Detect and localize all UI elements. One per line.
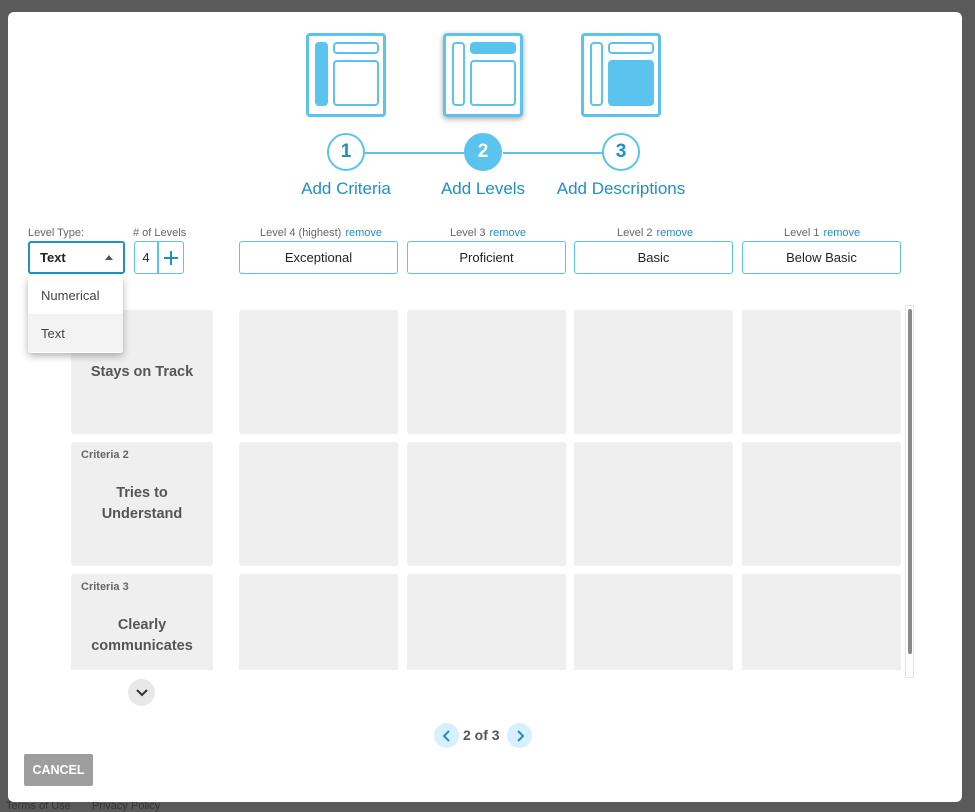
criteria-name: Tries to Understand <box>101 485 183 522</box>
remove-level-1-link[interactable]: remove <box>823 227 860 239</box>
level-2-name-input[interactable]: Basic <box>574 241 733 274</box>
num-levels-label: # of Levels <box>133 227 187 239</box>
grid-cell[interactable] <box>239 574 398 670</box>
menu-item-numerical[interactable]: Numerical <box>28 276 123 314</box>
chevron-down-icon <box>135 688 148 696</box>
grid-cell[interactable] <box>407 442 566 566</box>
criteria-card-2[interactable]: Criteria 2 Tries to Understand <box>71 442 213 566</box>
step-connector <box>365 152 465 154</box>
level-type-menu: Numerical Text <box>28 276 123 353</box>
grid-cell[interactable] <box>239 310 398 434</box>
grid-cell[interactable] <box>742 442 901 566</box>
remove-level-3-link[interactable]: remove <box>489 227 526 239</box>
remove-level-4-link[interactable]: remove <box>345 227 382 239</box>
step-3-circle[interactable]: 3 <box>602 133 640 171</box>
level-4-header: Level 4 (highest) remove <box>260 227 383 239</box>
level-type-label: Level Type: <box>28 227 85 239</box>
next-page-button[interactable] <box>507 723 532 748</box>
chevron-right-icon <box>516 729 524 742</box>
grid-cell[interactable] <box>742 574 901 670</box>
grid-cell[interactable] <box>407 574 566 670</box>
menu-item-text[interactable]: Text <box>28 314 123 352</box>
level-type-select[interactable]: Text <box>28 241 125 274</box>
grid-scrollbar-thumb[interactable] <box>908 309 912 654</box>
level-3-header: Level 3 remove <box>450 227 527 239</box>
grid-cell[interactable] <box>574 574 733 670</box>
step-3-label[interactable]: Add Descriptions <box>546 179 696 199</box>
add-level-button[interactable] <box>158 241 184 274</box>
grid-cell[interactable] <box>742 310 901 434</box>
plus-icon <box>164 250 178 265</box>
level-type-value: Text <box>40 250 66 265</box>
criteria-card-3[interactable]: Criteria 3 Clearly communicates <box>71 574 213 670</box>
num-levels-field[interactable]: 4 <box>134 241 158 274</box>
page-indicator: 2 of 3 <box>463 727 500 743</box>
level-4-name-input[interactable]: Exceptional <box>239 241 398 274</box>
grid-cell[interactable] <box>574 310 733 434</box>
step-3-layout-icon[interactable] <box>581 33 661 117</box>
step-1-circle[interactable]: 1 <box>327 133 365 171</box>
criteria-name: Clearly communicates <box>91 617 193 654</box>
grid-cell[interactable] <box>574 442 733 566</box>
step-1-label[interactable]: Add Criteria <box>286 179 406 199</box>
step-1-layout-icon[interactable] <box>306 33 386 117</box>
remove-level-2-link[interactable]: remove <box>656 227 693 239</box>
step-2-layout-icon[interactable] <box>443 33 523 117</box>
grid-cell[interactable] <box>407 310 566 434</box>
scroll-down-button[interactable] <box>128 679 155 706</box>
step-connector <box>503 152 603 154</box>
level-1-header: Level 1 remove <box>784 227 861 239</box>
rubric-wizard-modal: 1 2 3 Add Criteria Add Levels Add Descri… <box>8 12 962 802</box>
step-2-label[interactable]: Add Levels <box>423 179 543 199</box>
step-2-circle[interactable]: 2 <box>464 133 502 171</box>
prev-page-button[interactable] <box>434 723 459 748</box>
caret-up-icon <box>105 255 113 260</box>
rubric-grid: Stays on Track Criteria 2 Tries to Under… <box>8 308 962 670</box>
chevron-left-icon <box>442 729 450 742</box>
cancel-button[interactable]: CANCEL <box>24 754 93 786</box>
grid-cell[interactable] <box>239 442 398 566</box>
level-1-name-input[interactable]: Below Basic <box>742 241 901 274</box>
level-3-name-input[interactable]: Proficient <box>407 241 566 274</box>
level-2-header: Level 2 remove <box>617 227 694 239</box>
